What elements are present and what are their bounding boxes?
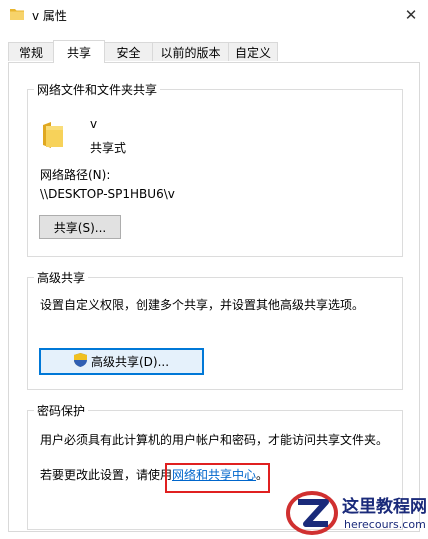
password-protection-description: 用户必须具有此计算机的用户帐户和密码，才能访问共享文件夹。 <box>40 433 389 447</box>
advanced-share-button[interactable]: 高级共享(D)... <box>39 348 204 375</box>
tab-customize[interactable]: 自定义 <box>228 42 278 61</box>
folder-name: v <box>90 117 98 131</box>
shared-folder-icon <box>42 122 64 151</box>
network-path-label: 网络路径(N): <box>40 168 111 182</box>
network-share-group: 网络文件和文件夹共享 v 共享式 网络路径(N): \\DESKTOP-SP1H… <box>27 81 403 257</box>
watermark-logo-icon <box>286 490 338 539</box>
close-button[interactable]: ✕ <box>394 0 428 30</box>
network-path-value: \\DESKTOP-SP1HBU6\v <box>40 187 175 201</box>
close-icon: ✕ <box>404 6 418 24</box>
advanced-share-title: 高级共享 <box>34 269 89 286</box>
site-watermark: 这里教程网 herecours.com <box>282 488 428 537</box>
window-title: v 属性 <box>32 9 67 23</box>
advanced-share-description: 设置自定义权限，创建多个共享，并设置其他高级共享选项。 <box>40 298 365 312</box>
tab-previous-versions[interactable]: 以前的版本 <box>152 42 229 61</box>
watermark-url: herecours.com <box>344 518 426 531</box>
tab-sharing[interactable]: 共享 <box>53 40 105 63</box>
share-state: 共享式 <box>90 141 127 155</box>
password-protection-title: 密码保护 <box>34 402 89 419</box>
share-button[interactable]: 共享(S)... <box>39 215 121 239</box>
title-bar: v 属性 ✕ <box>0 0 428 30</box>
link-highlight-box <box>165 463 270 493</box>
uac-shield-icon <box>73 353 87 370</box>
network-share-title: 网络文件和文件夹共享 <box>34 81 161 98</box>
tab-security[interactable]: 安全 <box>104 42 153 61</box>
watermark-name: 这里教程网 <box>342 497 427 517</box>
sharing-panel: 网络文件和文件夹共享 v 共享式 网络路径(N): \\DESKTOP-SP1H… <box>8 62 420 532</box>
tab-general[interactable]: 常规 <box>8 42 54 61</box>
advanced-share-group: 高级共享 设置自定义权限，创建多个共享，并设置其他高级共享选项。 高级共享(D)… <box>27 269 403 390</box>
folder-icon <box>10 8 24 20</box>
